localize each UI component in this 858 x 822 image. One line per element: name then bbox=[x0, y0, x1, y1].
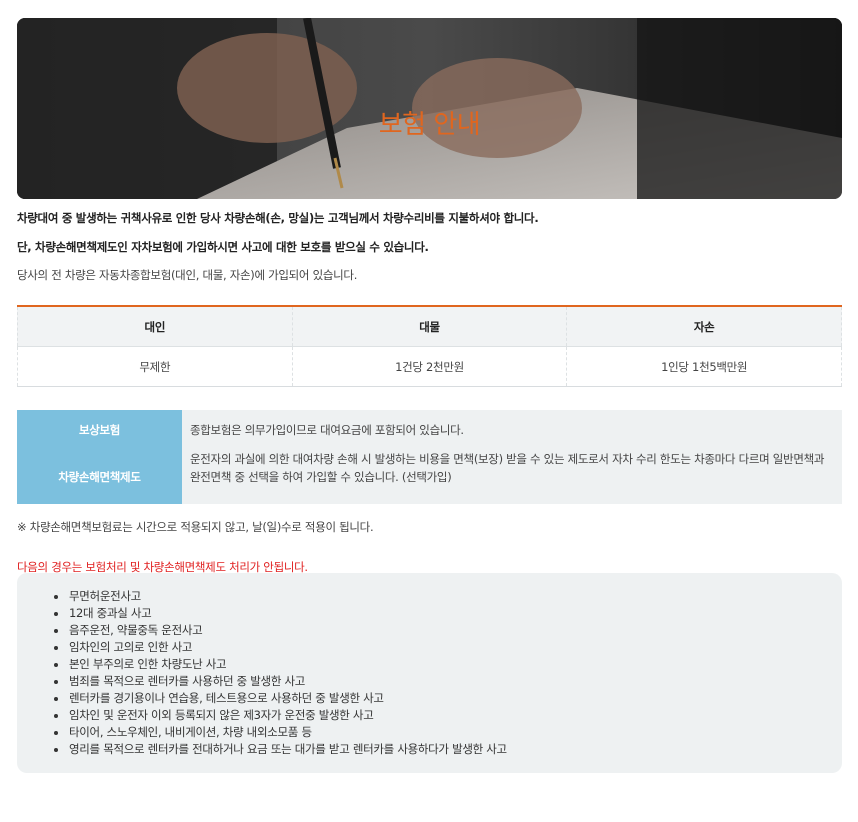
bullet-icon bbox=[54, 628, 58, 633]
exclusion-item-text: 본인 부주의로 인한 차량도난 사고 bbox=[69, 657, 227, 671]
exclusion-item: 본인 부주의로 인한 차량도난 사고 bbox=[54, 656, 842, 673]
coverage-table: 대인 대물 자손 무제한 1건당 2천만원 1인당 1천5백만원 bbox=[17, 305, 843, 387]
exclusion-item-text: 렌터카를 경기용이나 연습용, 테스트용으로 사용하던 중 발생한 사고 bbox=[69, 691, 384, 705]
bullet-icon bbox=[54, 594, 58, 599]
exclusion-item: 음주운전, 약물중독 운전사고 bbox=[54, 622, 842, 639]
exclusion-item: 영리를 목적으로 렌터카를 전대하거나 요금 또는 대가를 받고 렌터카를 사용… bbox=[54, 741, 842, 758]
bullet-icon bbox=[54, 662, 58, 667]
intro-notice-coverage: 단, 차량손해면책제도인 자차보험에 가입하시면 사고에 대한 보호를 받으실 … bbox=[17, 240, 429, 254]
bullet-icon bbox=[54, 713, 58, 718]
coverage-header-bodily: 대인 bbox=[17, 307, 292, 346]
insurance-info-descriptions: 종합보험은 의무가입이므로 대여요금에 포함되어 있습니다. 운전자의 과실에 … bbox=[182, 410, 842, 504]
exclusion-list-panel: 무면허운전사고 12대 중과실 사고 음주운전, 약물중독 운전사고 임차인의 … bbox=[17, 573, 842, 773]
bullet-icon bbox=[54, 611, 58, 616]
bullet-icon bbox=[54, 730, 58, 735]
coverage-header-property: 대물 bbox=[291, 307, 567, 346]
exclusion-item-text: 무면허운전사고 bbox=[69, 589, 141, 603]
coverage-table-row: 무제한 1건당 2천만원 1인당 1천5백만원 bbox=[17, 347, 843, 386]
coverage-header-self: 자손 bbox=[566, 307, 843, 346]
exclusion-item: 범죄를 목적으로 렌터카를 사용하던 중 발생한 사고 bbox=[54, 673, 842, 690]
page-title: 보험 안내 bbox=[378, 110, 481, 140]
exclusion-item-text: 12대 중과실 사고 bbox=[69, 606, 152, 620]
exclusion-item-text: 임차인의 고의로 인한 사고 bbox=[69, 640, 193, 654]
coverage-value-property: 1건당 2천만원 bbox=[291, 347, 567, 386]
bullet-icon bbox=[54, 645, 58, 650]
insurance-info-labels: 보상보험 차량손해면책제도 bbox=[17, 410, 182, 504]
exclusion-item: 12대 중과실 사고 bbox=[54, 605, 842, 622]
exclusion-item-text: 음주운전, 약물중독 운전사고 bbox=[69, 623, 203, 637]
coverage-value-self: 1인당 1천5백만원 bbox=[566, 347, 843, 386]
insurance-info-block: 보상보험 차량손해면책제도 종합보험은 의무가입이므로 대여요금에 포함되어 있… bbox=[17, 410, 842, 504]
coverage-value-bodily: 무제한 bbox=[17, 347, 292, 386]
info-desc-damage-waiver: 운전자의 과실에 의한 대여차량 손해 시 발생하는 비용을 면책(보장) 받을… bbox=[190, 452, 825, 484]
insurance-guide-content: 보험 안내 차량대여 중 발생하는 귀책사유로 인한 당사 차량손해(손, 망실… bbox=[17, 18, 843, 773]
hero-banner: 보험 안내 bbox=[17, 18, 842, 199]
info-desc-compensation: 종합보험은 의무가입이므로 대여요금에 포함되어 있습니다. bbox=[190, 423, 464, 437]
info-label-compensation: 보상보험 bbox=[78, 423, 121, 437]
exclusion-item: 임차인 및 운전자 이외 등록되지 않은 제3자가 운전중 발생한 사고 bbox=[54, 707, 842, 724]
exclusion-item-text: 타이어, 스노우체인, 내비게이션, 차량 내외소모품 등 bbox=[69, 725, 312, 739]
coverage-table-header: 대인 대물 자손 bbox=[17, 307, 843, 347]
exclusion-item-text: 영리를 목적으로 렌터카를 전대하거나 요금 또는 대가를 받고 렌터카를 사용… bbox=[69, 742, 507, 756]
exclusion-item-text: 임차인 및 운전자 이외 등록되지 않은 제3자가 운전중 발생한 사고 bbox=[69, 708, 374, 722]
intro-notice-comprehensive: 당사의 전 차량은 자동차종합보험(대인, 대물, 자손)에 가입되어 있습니다… bbox=[17, 268, 358, 282]
waiver-fee-note: ※ 차량손해면책보험료는 시간으로 적용되지 않고, 날(일)수로 적용이 됩니… bbox=[17, 520, 374, 534]
bullet-icon bbox=[54, 747, 58, 752]
exclusion-item: 임차인의 고의로 인한 사고 bbox=[54, 639, 842, 656]
exclusion-item-text: 범죄를 목적으로 렌터카를 사용하던 중 발생한 사고 bbox=[69, 674, 306, 688]
bullet-icon bbox=[54, 679, 58, 684]
exclusion-item: 무면허운전사고 bbox=[54, 588, 842, 605]
exclusion-item: 렌터카를 경기용이나 연습용, 테스트용으로 사용하던 중 발생한 사고 bbox=[54, 690, 842, 707]
exclusion-list: 무면허운전사고 12대 중과실 사고 음주운전, 약물중독 운전사고 임차인의 … bbox=[17, 573, 842, 758]
intro-notice-damage: 차량대여 중 발생하는 귀책사유로 인한 당사 차량손해(손, 망실)는 고객님… bbox=[17, 211, 539, 225]
info-label-damage-waiver: 차량손해면책제도 bbox=[58, 470, 141, 484]
bullet-icon bbox=[54, 696, 58, 701]
exclusion-item: 타이어, 스노우체인, 내비게이션, 차량 내외소모품 등 bbox=[54, 724, 842, 741]
